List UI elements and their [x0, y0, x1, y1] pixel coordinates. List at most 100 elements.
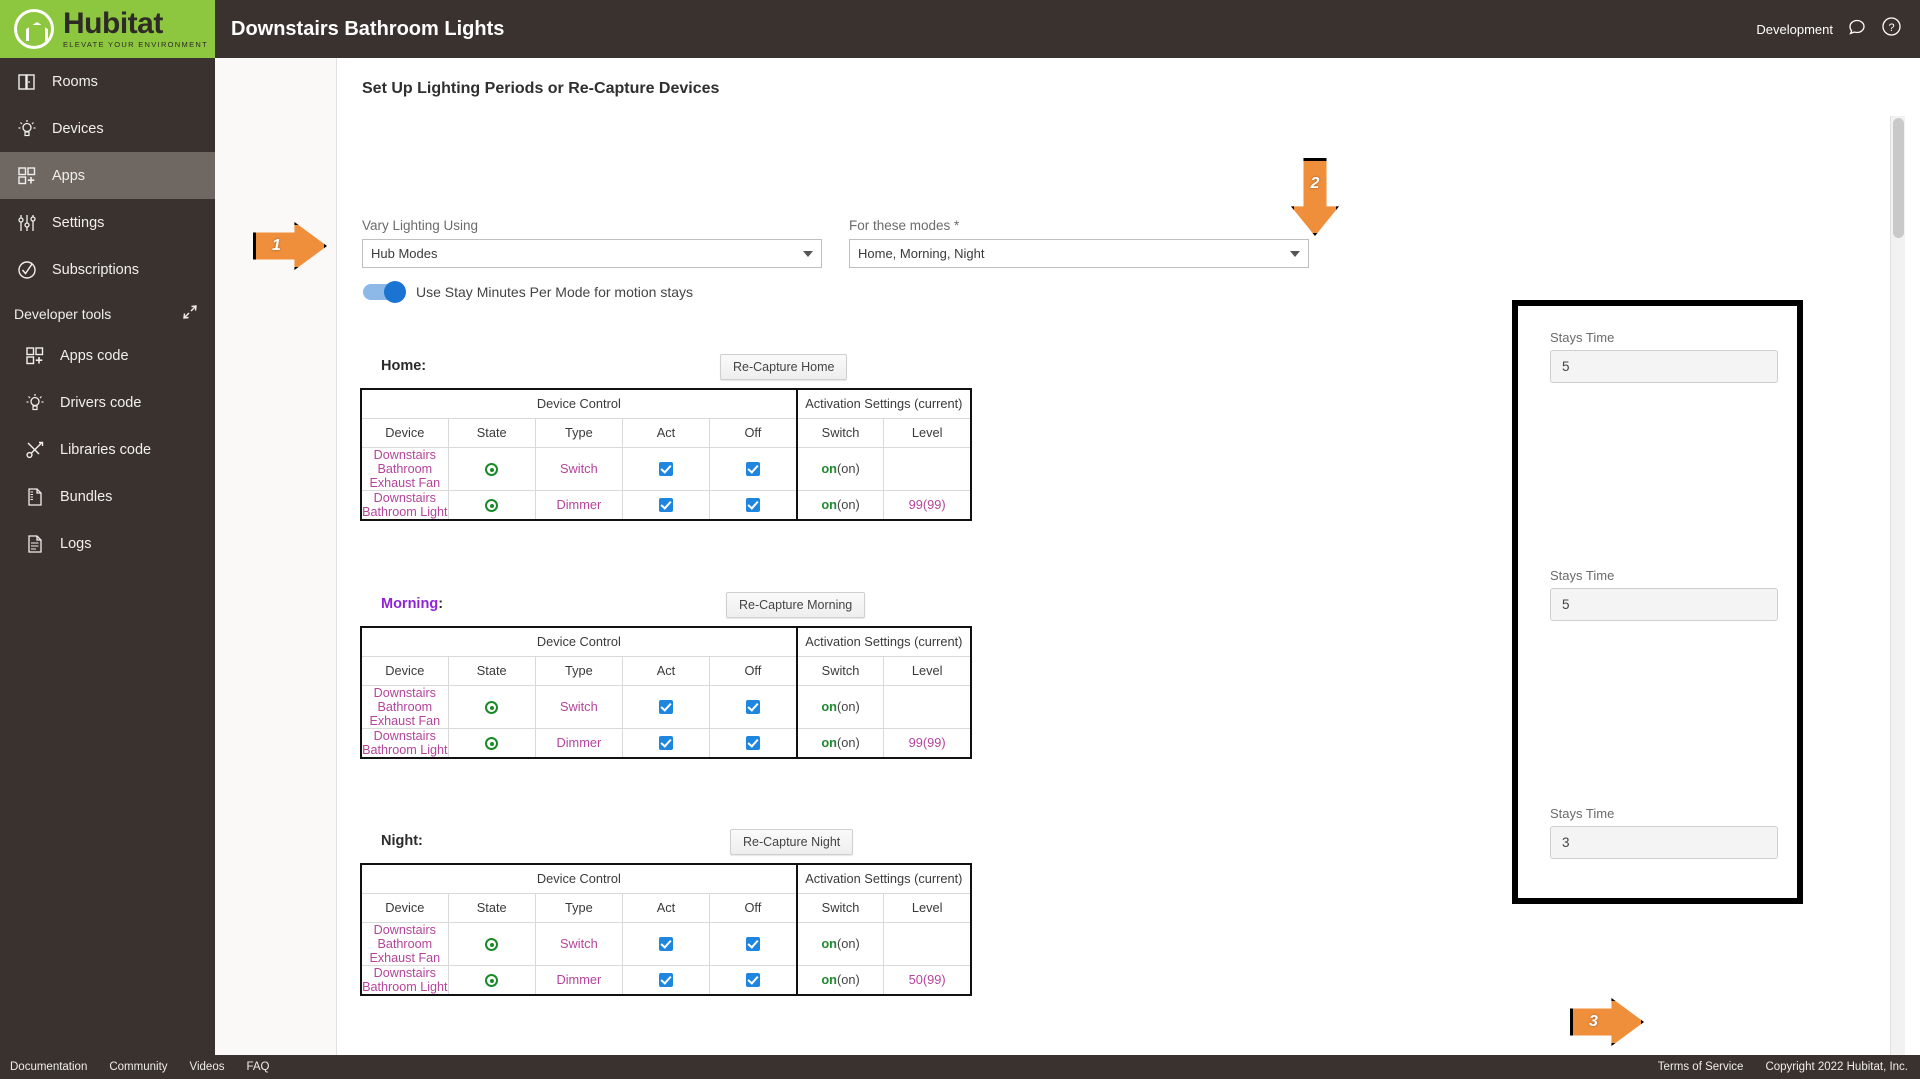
stay-minutes-toggle[interactable]	[363, 281, 406, 303]
cell-off[interactable]	[709, 921, 798, 966]
cell-act[interactable]	[621, 921, 711, 966]
footer-link-community[interactable]: Community	[109, 1061, 167, 1073]
cell-type[interactable]: Switch	[534, 921, 623, 966]
brand-tagline: ELEVATE YOUR ENVIRONMENT	[63, 40, 208, 50]
sidebar-item-subscriptions[interactable]: Subscriptions	[0, 246, 215, 293]
chat-bubble-icon[interactable]	[1847, 17, 1867, 42]
checkbox-checked-icon[interactable]	[745, 937, 760, 952]
sidebar-item-bundles[interactable]: Bundles	[0, 473, 215, 520]
cell-state[interactable]	[447, 727, 536, 759]
sidebar-item-settings[interactable]: Settings	[0, 199, 215, 246]
brand-name: Hubitat	[63, 7, 163, 41]
callout-number-2: 2	[1310, 175, 1320, 192]
checkbox-checked-icon[interactable]	[658, 736, 673, 751]
question-circle-icon[interactable]: ?	[1881, 16, 1902, 42]
cell-device-name[interactable]: Downstairs Bathroom Exhaust Fan	[359, 446, 449, 491]
cell-type[interactable]: Dimmer	[534, 489, 623, 521]
modes-field: For these modes * Home, Morning, Night	[849, 218, 1309, 268]
cell-type[interactable]: Dimmer	[534, 964, 623, 996]
checkbox-checked-icon[interactable]	[658, 462, 673, 477]
checkbox-checked-icon[interactable]	[658, 937, 673, 952]
brand-logo[interactable]: Hubitat ELEVATE YOUR ENVIRONMENT	[0, 0, 215, 58]
stays-time-input-morning[interactable]: 5	[1550, 588, 1778, 621]
checkbox-checked-icon[interactable]	[658, 700, 673, 715]
footer-link-faq[interactable]: FAQ	[246, 1061, 269, 1073]
stays-time-input-home[interactable]: 5	[1550, 350, 1778, 383]
cell-off[interactable]	[709, 446, 798, 491]
table-column-header-row: Device State Type Act Off Switch Level	[359, 418, 973, 448]
recapture-night-button[interactable]: Re-Capture Night	[730, 829, 854, 855]
collapse-arrows-icon[interactable]	[183, 305, 197, 322]
cell-type[interactable]: Switch	[534, 446, 623, 491]
cell-act[interactable]	[621, 964, 711, 996]
cell-off[interactable]	[709, 489, 798, 521]
switch-state-bold: on	[821, 497, 837, 512]
checkbox-checked-icon[interactable]	[745, 736, 760, 751]
sidebar-item-drivers-code[interactable]: Drivers code	[0, 379, 215, 426]
cell-state[interactable]	[447, 446, 536, 491]
table-row: Downstairs Bathroom Light Dimmer on(on) …	[359, 727, 973, 759]
cell-device-name[interactable]: Downstairs Bathroom Exhaust Fan	[359, 921, 449, 966]
sidebar-item-rooms[interactable]: Rooms	[0, 58, 215, 105]
modes-value: Home, Morning, Night	[858, 246, 985, 261]
brand-text: Hubitat ELEVATE YOUR ENVIRONMENT	[63, 9, 208, 49]
col-switch: Switch	[796, 893, 885, 923]
cell-off[interactable]	[709, 684, 798, 729]
checkbox-checked-icon[interactable]	[745, 498, 760, 513]
stays-time-label: Stays Time	[1550, 568, 1615, 583]
col-state: State	[447, 418, 536, 448]
cell-act[interactable]	[621, 489, 711, 521]
modes-select[interactable]: Home, Morning, Night	[849, 239, 1309, 268]
recapture-morning-button[interactable]: Re-Capture Morning	[726, 592, 866, 618]
apps-grid-icon	[16, 165, 38, 187]
cell-state[interactable]	[447, 964, 536, 996]
checkbox-checked-icon[interactable]	[658, 498, 673, 513]
footer-link-videos[interactable]: Videos	[190, 1061, 225, 1073]
cell-state[interactable]	[447, 489, 536, 521]
sidebar: Hubitat ELEVATE YOUR ENVIRONMENT Rooms D…	[0, 0, 215, 1079]
period-home: Home: Re-Capture Home Device Control Act…	[349, 348, 989, 521]
cell-act[interactable]	[621, 446, 711, 491]
cell-device-name[interactable]: Downstairs Bathroom Light	[359, 964, 449, 996]
developer-tools-section-header[interactable]: Developer tools	[0, 293, 215, 332]
vertical-scrollbar[interactable]	[1890, 116, 1905, 1079]
sidebar-item-logs[interactable]: Logs	[0, 520, 215, 567]
sidebar-item-apps-code[interactable]: Apps code	[0, 332, 215, 379]
checkbox-checked-icon[interactable]	[745, 700, 760, 715]
footer-link-documentation[interactable]: Documentation	[10, 1061, 87, 1073]
environment-label: Development	[1756, 21, 1833, 37]
cell-type[interactable]: Dimmer	[534, 727, 623, 759]
vary-lighting-label: Vary Lighting Using	[362, 218, 479, 233]
cell-switch: on(on)	[796, 684, 885, 729]
footer-link-terms[interactable]: Terms of Service	[1658, 1061, 1744, 1073]
cell-device-name[interactable]: Downstairs Bathroom Exhaust Fan	[359, 684, 449, 729]
cell-device-name[interactable]: Downstairs Bathroom Light	[359, 489, 449, 521]
stays-time-input-night[interactable]: 3	[1550, 826, 1778, 859]
cell-device-name[interactable]: Downstairs Bathroom Light	[359, 727, 449, 759]
footer-legal: Terms of Service Copyright 2022 Hubitat,…	[1658, 1061, 1920, 1073]
checkbox-checked-icon[interactable]	[745, 462, 760, 477]
checkbox-checked-icon[interactable]	[658, 973, 673, 988]
col-level: Level	[883, 656, 973, 686]
cell-act[interactable]	[621, 684, 711, 729]
chevron-down-icon	[803, 250, 813, 257]
checkbox-checked-icon[interactable]	[745, 973, 760, 988]
cell-off[interactable]	[709, 727, 798, 759]
table-column-header-row: Device State Type Act Off Switch Level	[359, 656, 973, 686]
sidebar-item-apps[interactable]: Apps	[0, 152, 215, 199]
cell-state[interactable]	[447, 684, 536, 729]
sidebar-item-devices[interactable]: Devices	[0, 105, 215, 152]
cell-state[interactable]	[447, 921, 536, 966]
table-group-header-row: Device Control Activation Settings (curr…	[360, 388, 973, 419]
radio-on-icon	[485, 938, 499, 952]
scrollbar-thumb[interactable]	[1893, 118, 1904, 238]
sidebar-item-libraries-code[interactable]: Libraries code	[0, 426, 215, 473]
cell-type[interactable]: Switch	[534, 684, 623, 729]
col-act: Act	[621, 418, 711, 448]
cell-level	[883, 446, 973, 491]
recapture-home-button[interactable]: Re-Capture Home	[720, 354, 848, 380]
cell-act[interactable]	[621, 727, 711, 759]
vary-lighting-select[interactable]: Hub Modes	[362, 239, 822, 268]
cell-off[interactable]	[709, 964, 798, 996]
col-device: Device	[359, 893, 449, 923]
